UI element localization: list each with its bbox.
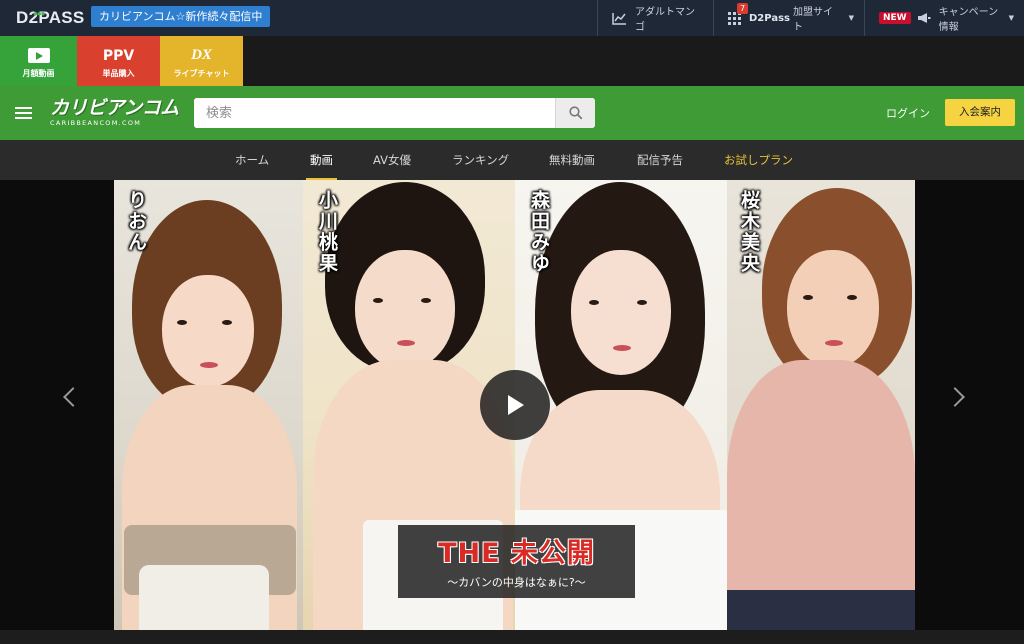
news-badge[interactable]: カリビアンコム☆新作続々配信中 xyxy=(91,6,271,27)
main-nav: ホーム 動画 AV女優 ランキング 無料動画 配信予告 お試しプラン xyxy=(0,140,1024,180)
d2pass-sites-label: 加盟サイト xyxy=(792,7,833,33)
d2pass-brand-label: D2Pass xyxy=(749,12,790,24)
d2pass-logo[interactable]: ●●● D2PASS xyxy=(16,6,85,30)
play-icon xyxy=(508,395,524,415)
new-badge: NEW xyxy=(879,12,911,24)
campaign-label: キャンペーン情報 xyxy=(938,7,999,33)
live-chat-tab[interactable]: DX ライブチャット xyxy=(160,36,243,86)
movie-title: THE 未公開 xyxy=(438,538,595,569)
performer-name: 桜木美央 xyxy=(738,190,760,274)
top-bar: ●●● D2PASS カリビアンコム☆新作続々配信中 アダルトマンゴ 7 D2P… xyxy=(0,0,1024,36)
megaphone-icon xyxy=(917,12,931,24)
site-logo-text: カリビアンコム xyxy=(50,97,179,119)
nav-ranking[interactable]: ランキング xyxy=(452,140,509,180)
nav-upcoming[interactable]: 配信予告 xyxy=(637,140,683,180)
nav-av-actresses[interactable]: AV女優 xyxy=(373,140,411,180)
d2pass-logo-text: D2PASS xyxy=(16,8,85,27)
carousel-bottom-strip xyxy=(0,630,1024,644)
hero-carousel: りおん 小川桃果 森田みゆ 桜木美央 THE 未公開 〜カバンの中身はなぁに?〜 xyxy=(0,180,1024,644)
d2pass-sites-menu[interactable]: 7 D2Pass 加盟サイト ▼ xyxy=(713,0,864,36)
nav-home[interactable]: ホーム xyxy=(235,140,269,180)
service-tabs: 月額動画 PPV 単品購入 DX ライブチャット xyxy=(0,36,1024,86)
chevron-down-icon: ▼ xyxy=(1008,14,1014,22)
carousel-next-arrow[interactable] xyxy=(945,387,965,407)
chevron-down-icon: ▼ xyxy=(848,14,854,22)
nav-trial-plan[interactable]: お試しプラン xyxy=(724,140,793,180)
performer-name: 小川桃果 xyxy=(316,190,338,274)
monthly-video-label: 月額動画 xyxy=(22,69,55,78)
movie-subtitle: 〜カバンの中身はなぁに?〜 xyxy=(447,576,586,589)
adult-manga-link[interactable]: アダルトマンゴ xyxy=(597,0,713,36)
adult-manga-label: アダルトマンゴ xyxy=(635,7,695,33)
performer-panel: りおん xyxy=(114,180,303,630)
search-button[interactable] xyxy=(555,98,595,128)
nav-free-videos[interactable]: 無料動画 xyxy=(549,140,595,180)
performer-name: りおん xyxy=(125,190,147,253)
ppv-title: PPV xyxy=(102,48,135,64)
live-chat-label: ライブチャット xyxy=(173,69,230,78)
ppv-label: 単品購入 xyxy=(102,69,135,78)
monthly-video-tab[interactable]: 月額動画 xyxy=(0,36,77,86)
campaign-menu[interactable]: NEW キャンペーン情報 ▼ xyxy=(864,0,1024,36)
site-header: カリビアンコム CARIBBEANCOM.COM ログイン 入会案内 xyxy=(0,86,1024,140)
hamburger-icon[interactable] xyxy=(15,107,32,119)
search-icon xyxy=(568,106,582,120)
play-icon xyxy=(27,48,50,63)
login-link[interactable]: ログイン xyxy=(886,105,930,121)
search-input[interactable] xyxy=(194,98,554,128)
logo-dots-icon: ●●● xyxy=(33,9,45,18)
performer-name: 森田みゆ xyxy=(528,190,550,274)
carousel-prev-arrow[interactable] xyxy=(63,387,83,407)
nav-videos[interactable]: 動画 xyxy=(306,140,337,180)
top-right-links: アダルトマンゴ 7 D2Pass 加盟サイト ▼ NEW キャンペーン情報 ▼ xyxy=(597,0,1024,36)
search-box xyxy=(194,98,595,128)
site-logo[interactable]: カリビアンコム CARIBBEANCOM.COM xyxy=(50,98,179,127)
site-logo-domain: CARIBBEANCOM.COM xyxy=(50,119,142,127)
trend-chart-icon xyxy=(612,12,627,25)
join-button[interactable]: 入会案内 xyxy=(945,99,1015,126)
performer-panel: 桜木美央 xyxy=(727,180,915,630)
dx-logo: DX xyxy=(191,47,212,63)
ppv-tab[interactable]: PPV 単品購入 xyxy=(77,36,160,86)
play-button[interactable] xyxy=(480,370,550,440)
sites-count-badge: 7 xyxy=(737,3,748,14)
movie-title-card: THE 未公開 〜カバンの中身はなぁに?〜 xyxy=(398,525,635,598)
